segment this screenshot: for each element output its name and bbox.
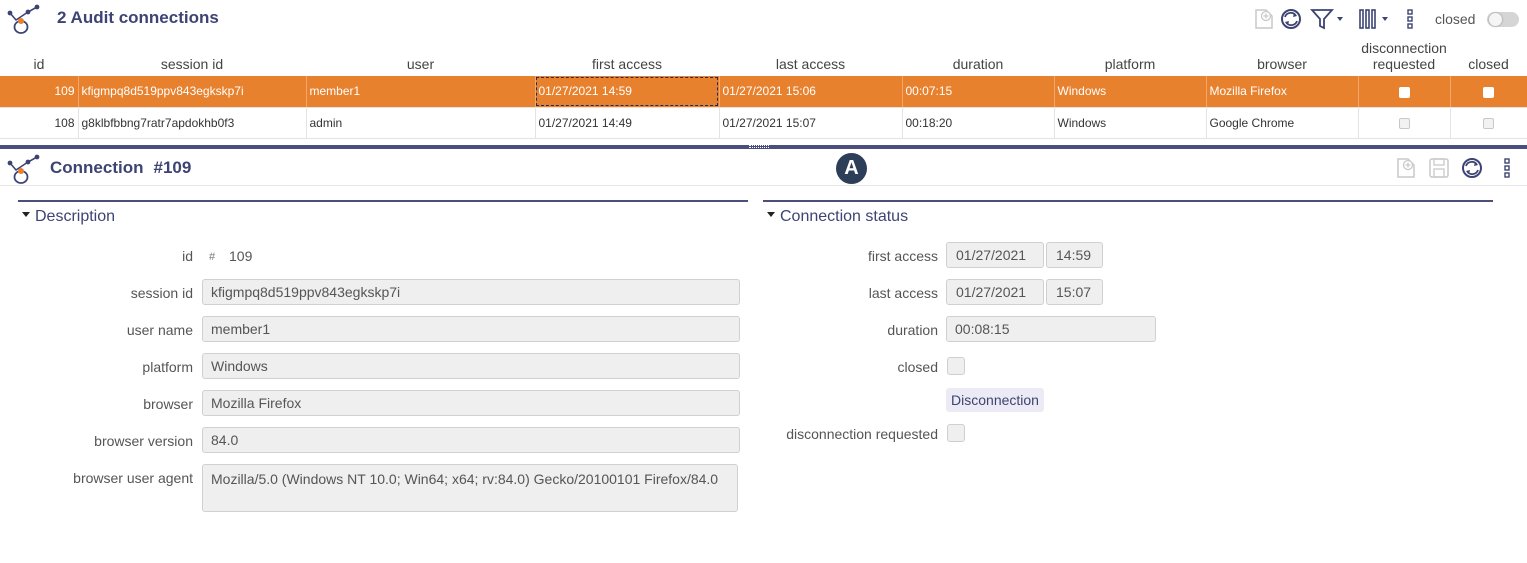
cell-id[interactable]: 109 xyxy=(0,76,79,108)
column-header-session-id[interactable]: session id xyxy=(78,40,306,76)
table-row[interactable]: 109 kfigmpq8d519ppv843egkskp7i member1 0… xyxy=(0,76,1527,108)
table-row[interactable]: 108 g8klbfbbng7ratr7apdokhb0f3 admin 01/… xyxy=(0,107,1527,139)
last-access-date-field[interactable]: 01/27/2021 xyxy=(946,279,1044,305)
user-agent-field[interactable]: Mozilla/5.0 (Windows NT 10.0; Win64; x64… xyxy=(202,464,738,512)
cell-session-id[interactable]: g8klbfbbng7ratr7apdokhb0f3 xyxy=(78,107,307,139)
splitter-grip-icon[interactable] xyxy=(749,145,769,148)
closed-label: closed xyxy=(897,359,938,375)
cell-first-access[interactable]: 01/27/2021 14:59 xyxy=(535,76,720,108)
more-menu-icon[interactable] xyxy=(1501,156,1513,183)
annotation-badge: A xyxy=(836,153,867,184)
caret-down-icon xyxy=(22,212,30,218)
refresh-icon[interactable] xyxy=(1279,7,1303,31)
cell-platform[interactable]: Windows xyxy=(1054,76,1207,108)
list-header: 2 Audit connections closed xyxy=(0,0,1527,40)
cell-closed[interactable] xyxy=(1450,107,1527,139)
cell-browser[interactable]: Mozilla Firefox xyxy=(1206,76,1359,108)
disconnection-button[interactable]: Disconnection xyxy=(946,388,1044,412)
user-agent-label: browser user agent xyxy=(73,470,193,486)
id-value: 109 xyxy=(229,248,253,264)
cell-last-access[interactable]: 01/27/2021 15:06 xyxy=(719,76,903,108)
column-header-duration[interactable]: duration xyxy=(902,40,1054,76)
record-number: #109 xyxy=(153,158,192,177)
column-header-browser[interactable]: browser xyxy=(1206,40,1358,76)
platform-field[interactable]: Windows xyxy=(202,353,740,379)
more-menu-icon[interactable] xyxy=(1404,7,1416,31)
divider xyxy=(18,200,748,202)
toggle-knob xyxy=(1489,13,1502,26)
duration-label: duration xyxy=(887,322,938,338)
first-access-label: first access xyxy=(867,248,938,264)
column-header-user[interactable]: user xyxy=(306,40,535,76)
audit-logo-icon xyxy=(4,3,40,35)
cell-duration[interactable]: 00:18:20 xyxy=(902,107,1055,139)
column-header-disconnection-requested[interactable]: disconnection requested xyxy=(1358,40,1450,76)
column-header-id[interactable]: id xyxy=(0,40,78,76)
connection-status-section-title: Connection status xyxy=(780,208,909,225)
cell-user[interactable]: member1 xyxy=(306,76,536,108)
cell-disconnection-requested[interactable] xyxy=(1358,76,1451,108)
closed-checkbox[interactable] xyxy=(1483,86,1494,98)
caret-down-icon xyxy=(767,212,775,218)
list-title: 2 Audit connections xyxy=(57,8,219,27)
divider xyxy=(0,185,1527,186)
column-header-first-access[interactable]: first access xyxy=(535,40,719,76)
description-section-title: Description xyxy=(35,208,116,225)
hash-icon: # xyxy=(209,251,216,263)
session-id-label: session id xyxy=(130,285,193,301)
cell-session-id[interactable]: kfigmpq8d519ppv843egkskp7i xyxy=(78,76,307,108)
first-access-time-field[interactable]: 14:59 xyxy=(1046,242,1103,268)
first-access-date-field[interactable]: 01/27/2021 xyxy=(946,242,1044,268)
duration-field[interactable]: 00:08:15 xyxy=(946,316,1156,342)
session-id-field[interactable]: kfigmpq8d519ppv843egkskp7i xyxy=(202,279,740,305)
description-section-toggle[interactable]: Description xyxy=(22,208,115,226)
connection-logo-icon xyxy=(4,153,40,185)
disconnection-requested-checkbox[interactable] xyxy=(947,424,965,442)
table-header-row: id session id user first access last acc… xyxy=(0,40,1527,76)
column-header-label: requested xyxy=(1372,56,1436,72)
browser-version-label: browser version xyxy=(94,433,193,449)
new-record-icon[interactable] xyxy=(1396,156,1418,183)
form-title-text: Connection xyxy=(50,158,144,177)
column-header-platform[interactable]: platform xyxy=(1054,40,1206,76)
cell-duration[interactable]: 00:07:15 xyxy=(902,76,1055,108)
form-title: Connection #109 xyxy=(50,158,191,178)
cell-first-access[interactable]: 01/27/2021 14:49 xyxy=(535,107,720,139)
browser-field[interactable]: Mozilla Firefox xyxy=(202,390,740,416)
closed-toggle-label: closed xyxy=(1435,11,1476,27)
user-name-field[interactable]: member1 xyxy=(202,316,740,342)
columns-icon[interactable] xyxy=(1357,7,1393,31)
column-header-closed[interactable]: closed xyxy=(1450,40,1527,76)
last-access-label: last access xyxy=(868,285,938,301)
closed-toggle[interactable] xyxy=(1487,12,1519,27)
disconnection-requested-label: disconnection requested xyxy=(786,426,938,442)
last-access-time-field[interactable]: 15:07 xyxy=(1046,279,1103,305)
cell-last-access[interactable]: 01/27/2021 15:07 xyxy=(719,107,903,139)
closed-checkbox[interactable] xyxy=(947,357,965,375)
cell-platform[interactable]: Windows xyxy=(1054,107,1207,139)
browser-label: browser xyxy=(143,396,193,412)
new-record-icon[interactable] xyxy=(1254,7,1274,31)
save-icon[interactable] xyxy=(1428,156,1450,183)
disconnection-requested-checkbox[interactable] xyxy=(1398,117,1410,129)
id-label: id xyxy=(182,248,193,264)
connection-status-section-toggle[interactable]: Connection status xyxy=(767,208,908,226)
refresh-icon[interactable] xyxy=(1460,156,1484,183)
filter-icon[interactable] xyxy=(1309,7,1345,31)
platform-label: platform xyxy=(142,359,193,375)
cell-id[interactable]: 108 xyxy=(0,107,79,139)
closed-checkbox[interactable] xyxy=(1483,117,1494,129)
cell-closed[interactable] xyxy=(1450,76,1527,108)
user-name-label: user name xyxy=(126,322,193,338)
disconnection-requested-checkbox[interactable] xyxy=(1398,86,1410,98)
column-header-label: disconnection xyxy=(1361,40,1447,56)
cell-browser[interactable]: Google Chrome xyxy=(1206,107,1359,139)
browser-version-field[interactable]: 84.0 xyxy=(202,427,740,453)
cell-disconnection-requested[interactable] xyxy=(1358,107,1451,139)
connections-table: id session id user first access last acc… xyxy=(0,40,1527,139)
cell-user[interactable]: admin xyxy=(306,107,536,139)
column-header-last-access[interactable]: last access xyxy=(719,40,902,76)
divider xyxy=(763,200,1493,202)
